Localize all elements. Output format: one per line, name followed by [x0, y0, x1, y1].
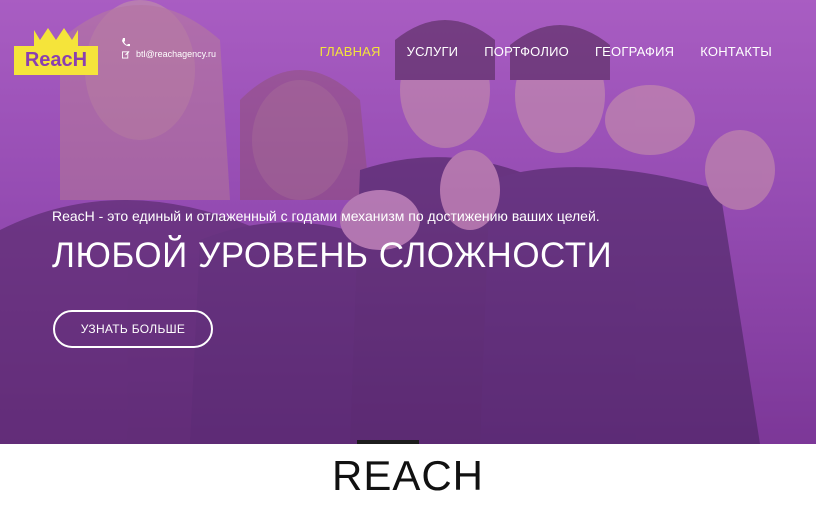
email-text[interactable]: btl@reachagency.ru — [136, 47, 216, 61]
nav-item-portfolio[interactable]: ПОРТФОЛИО — [484, 44, 569, 59]
nav-item-services[interactable]: УСЛУГИ — [407, 44, 459, 59]
hero-headline: ЛЮБОЙ УРОВЕНЬ СЛОЖНОСТИ — [52, 236, 613, 275]
main-nav: ГЛАВНАЯ УСЛУГИ ПОРТФОЛИО ГЕОГРАФИЯ КОНТА… — [320, 44, 772, 59]
section-title: REACH — [331, 452, 485, 499]
nav-item-contacts[interactable]: КОНТАКТЫ — [700, 44, 772, 59]
email-row[interactable]: btl@reachagency.ru — [122, 47, 216, 61]
nav-item-home[interactable]: ГЛАВНАЯ — [320, 44, 381, 59]
logo-text: ReacH — [25, 49, 87, 71]
section-divider — [357, 440, 419, 444]
phone-row — [122, 38, 216, 47]
edit-icon — [122, 50, 130, 58]
phone-icon — [122, 38, 130, 47]
hero-section: ReacH btl@reachagency.ru ГЛАВНАЯ УСЛУГИ … — [0, 0, 816, 444]
hero-lead-text: ReacH - это единый и отлаженный с годами… — [52, 208, 600, 224]
learn-more-button[interactable]: УЗНАТЬ БОЛЬШЕ — [53, 310, 213, 348]
nav-item-geography[interactable]: ГЕОГРАФИЯ — [595, 44, 674, 59]
header-contacts: btl@reachagency.ru — [122, 38, 216, 61]
reach-logo[interactable]: ReacH — [14, 28, 98, 76]
